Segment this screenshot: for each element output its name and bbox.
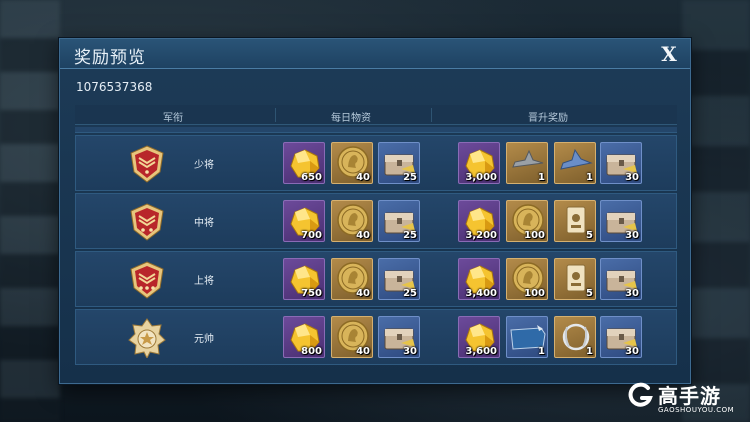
reward-item[interactable]: 800 (283, 316, 325, 358)
reward-item[interactable]: 25 (378, 142, 420, 184)
column-daily: 每日物资 (331, 113, 371, 124)
reward-quantity: 40 (356, 172, 370, 183)
gaoshouyou-logo-icon (628, 382, 653, 407)
column-header: 军衔 每日物资 晋升奖励 (75, 105, 677, 125)
reward-item[interactable]: 1 (554, 316, 596, 358)
reward-item[interactable]: 1 (554, 142, 596, 184)
reward-quantity: 40 (356, 346, 370, 357)
rank-row: 少将 650 40 25 3,000 1 1 30 (75, 135, 677, 191)
reward-item[interactable]: 5 (554, 258, 596, 300)
reward-quantity: 40 (356, 230, 370, 241)
list-scroll-edge (75, 127, 677, 133)
rank-row: 中将 700 40 25 3,200 100 5 30 (75, 193, 677, 249)
rank-name: 中将 (194, 218, 214, 229)
reward-item[interactable]: 100 (506, 258, 548, 300)
reward-item[interactable]: 1 (506, 316, 548, 358)
reward-item[interactable]: 100 (506, 200, 548, 242)
reward-quantity: 3,000 (465, 172, 497, 183)
reward-item[interactable]: 30 (600, 142, 642, 184)
reward-quantity: 30 (625, 288, 639, 299)
reward-quantity: 1 (586, 172, 593, 183)
reward-quantity: 650 (301, 172, 322, 183)
reward-item[interactable]: 40 (331, 258, 373, 300)
reward-quantity: 25 (403, 230, 417, 241)
reward-quantity: 1 (538, 172, 545, 183)
reward-item[interactable]: 3,600 (458, 316, 500, 358)
reward-item[interactable]: 700 (283, 200, 325, 242)
reward-quantity: 100 (524, 288, 545, 299)
reward-item[interactable]: 750 (283, 258, 325, 300)
reward-quantity: 30 (625, 172, 639, 183)
reward-item[interactable]: 1 (506, 142, 548, 184)
reward-quantity: 25 (403, 172, 417, 183)
reward-item[interactable]: 3,000 (458, 142, 500, 184)
reward-list[interactable]: 少将 650 40 25 3,000 1 1 30 中将 700 40 25 3,200 100 5 30 上将… (75, 127, 677, 375)
column-divider (431, 108, 432, 122)
column-promotion: 晋升奖励 (528, 113, 568, 124)
user-id: 1076537368 (76, 80, 153, 94)
reward-quantity: 3,200 (465, 230, 497, 241)
reward-quantity: 700 (301, 230, 322, 241)
reward-item[interactable]: 40 (331, 142, 373, 184)
dialog-title: 奖励预览 (74, 48, 146, 68)
reward-quantity: 5 (586, 230, 593, 241)
reward-item[interactable]: 650 (283, 142, 325, 184)
reward-item[interactable]: 40 (331, 200, 373, 242)
major-general-badge-icon (128, 144, 166, 184)
dialog-header: 奖励预览 X (60, 39, 690, 69)
reward-item[interactable]: 30 (600, 316, 642, 358)
close-button[interactable]: X (656, 41, 682, 67)
rank-name: 少将 (194, 160, 214, 171)
rank-row: 元帅 800 40 30 3,600 1 1 30 (75, 309, 677, 365)
marshal-badge-icon (128, 318, 166, 360)
reward-quantity: 1 (586, 346, 593, 357)
watermark-logo: 高手游 GAOSHOUYOU.COM (628, 380, 750, 422)
rank-row: 上将 750 40 25 3,400 100 5 30 (75, 251, 677, 307)
reward-item[interactable]: 30 (600, 200, 642, 242)
reward-item[interactable]: 3,200 (458, 200, 500, 242)
reward-quantity: 30 (625, 230, 639, 241)
watermark-site: GAOSHOUYOU.COM (658, 406, 735, 414)
reward-quantity: 3,400 (465, 288, 497, 299)
reward-quantity: 3,600 (465, 346, 497, 357)
rank-name: 上将 (194, 276, 214, 287)
background-left-menu (0, 0, 60, 422)
reward-quantity: 40 (356, 288, 370, 299)
reward-item[interactable]: 40 (331, 316, 373, 358)
reward-item[interactable]: 25 (378, 258, 420, 300)
reward-quantity: 750 (301, 288, 322, 299)
column-rank: 军衔 (163, 113, 183, 124)
watermark-name: 高手游 (658, 384, 721, 408)
reward-quantity: 5 (586, 288, 593, 299)
rank-name: 元帅 (194, 334, 214, 345)
reward-item[interactable]: 30 (600, 258, 642, 300)
reward-quantity: 800 (301, 346, 322, 357)
reward-quantity: 30 (403, 346, 417, 357)
background-right-menu (682, 0, 750, 422)
reward-quantity: 1 (538, 346, 545, 357)
reward-quantity: 25 (403, 288, 417, 299)
general-badge-icon (128, 260, 166, 300)
reward-preview-dialog: 奖励预览 X 1076537368 军衔 每日物资 晋升奖励 少将 650 40 25… (59, 38, 691, 384)
reward-item[interactable]: 3,400 (458, 258, 500, 300)
reward-quantity: 100 (524, 230, 545, 241)
reward-quantity: 30 (625, 346, 639, 357)
lieutenant-general-badge-icon (128, 202, 166, 242)
reward-item[interactable]: 5 (554, 200, 596, 242)
column-divider (275, 108, 276, 122)
reward-item[interactable]: 25 (378, 200, 420, 242)
reward-item[interactable]: 30 (378, 316, 420, 358)
